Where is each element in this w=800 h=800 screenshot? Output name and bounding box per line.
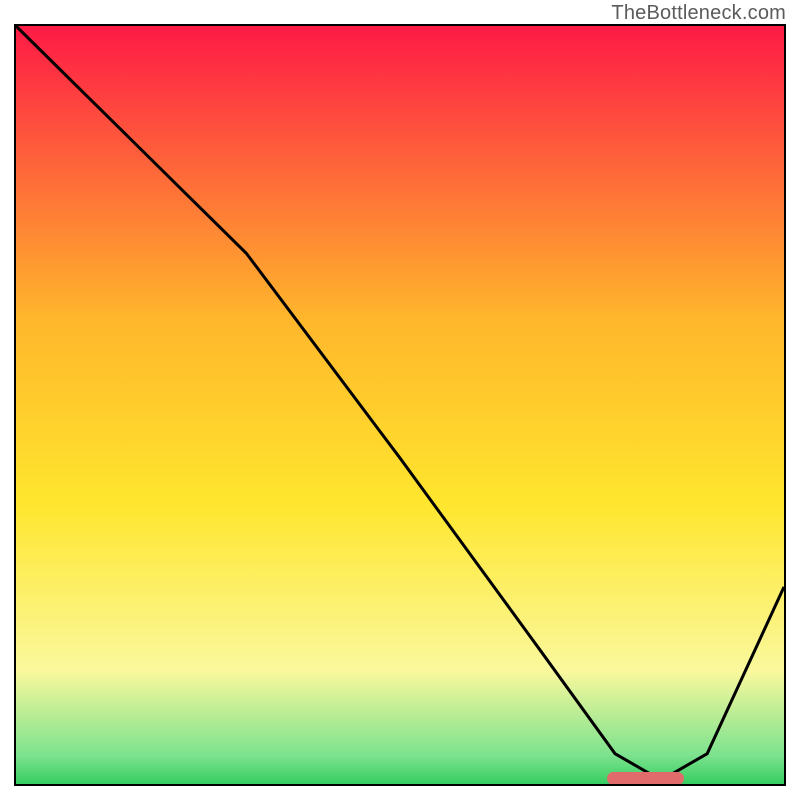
gradient-rect [16, 26, 784, 786]
chart-background-gradient [16, 26, 784, 786]
optimal-range-marker [607, 772, 684, 785]
chart-frame [14, 24, 786, 786]
watermark-text: TheBottleneck.com [611, 2, 786, 25]
